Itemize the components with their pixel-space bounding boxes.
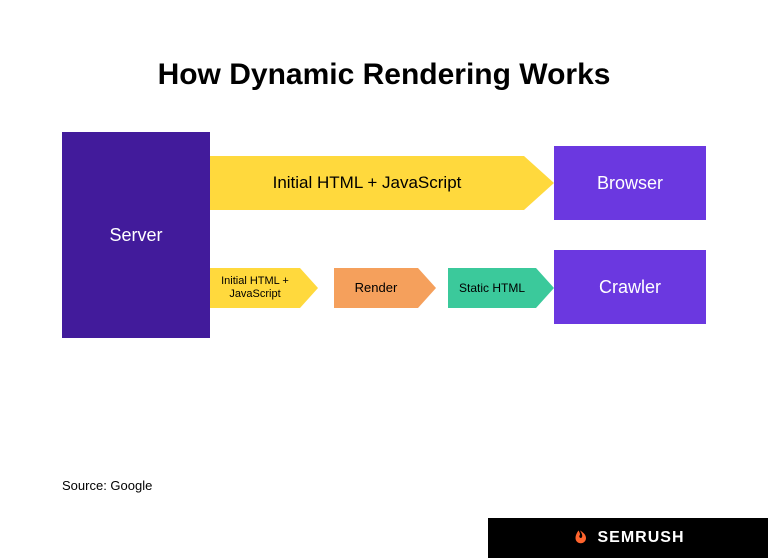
arrow-initial-html: Initial HTML + JavaScript bbox=[210, 268, 318, 308]
browser-box: Browser bbox=[554, 146, 706, 220]
page-title: How Dynamic Rendering Works bbox=[0, 58, 768, 92]
arrow-b2-label: Render bbox=[334, 268, 418, 308]
arrow-head-icon bbox=[300, 268, 318, 308]
browser-label: Browser bbox=[597, 173, 663, 194]
source-attribution: Source: Google bbox=[62, 478, 152, 493]
server-box: Server bbox=[62, 132, 210, 338]
crawler-label: Crawler bbox=[599, 277, 661, 298]
arrow-static-html: Static HTML bbox=[448, 268, 554, 308]
crawler-box: Crawler bbox=[554, 250, 706, 324]
arrow-browser-path: Initial HTML + JavaScript bbox=[210, 156, 554, 210]
arrow-head-icon bbox=[418, 268, 436, 308]
brand-name: SEMRUSH bbox=[597, 529, 684, 547]
arrow-render: Render bbox=[334, 268, 436, 308]
arrow-top-label: Initial HTML + JavaScript bbox=[210, 156, 524, 210]
arrow-head-icon bbox=[524, 156, 554, 210]
diagram-container: Server Browser Crawler Initial HTML + Ja… bbox=[62, 132, 706, 362]
arrow-b1-label: Initial HTML + JavaScript bbox=[210, 268, 300, 308]
server-label: Server bbox=[109, 225, 162, 246]
brand-footer: SEMRUSH bbox=[488, 518, 768, 558]
arrow-b3-label: Static HTML bbox=[448, 268, 536, 308]
arrow-head-icon bbox=[536, 268, 554, 308]
flame-icon bbox=[571, 529, 589, 547]
